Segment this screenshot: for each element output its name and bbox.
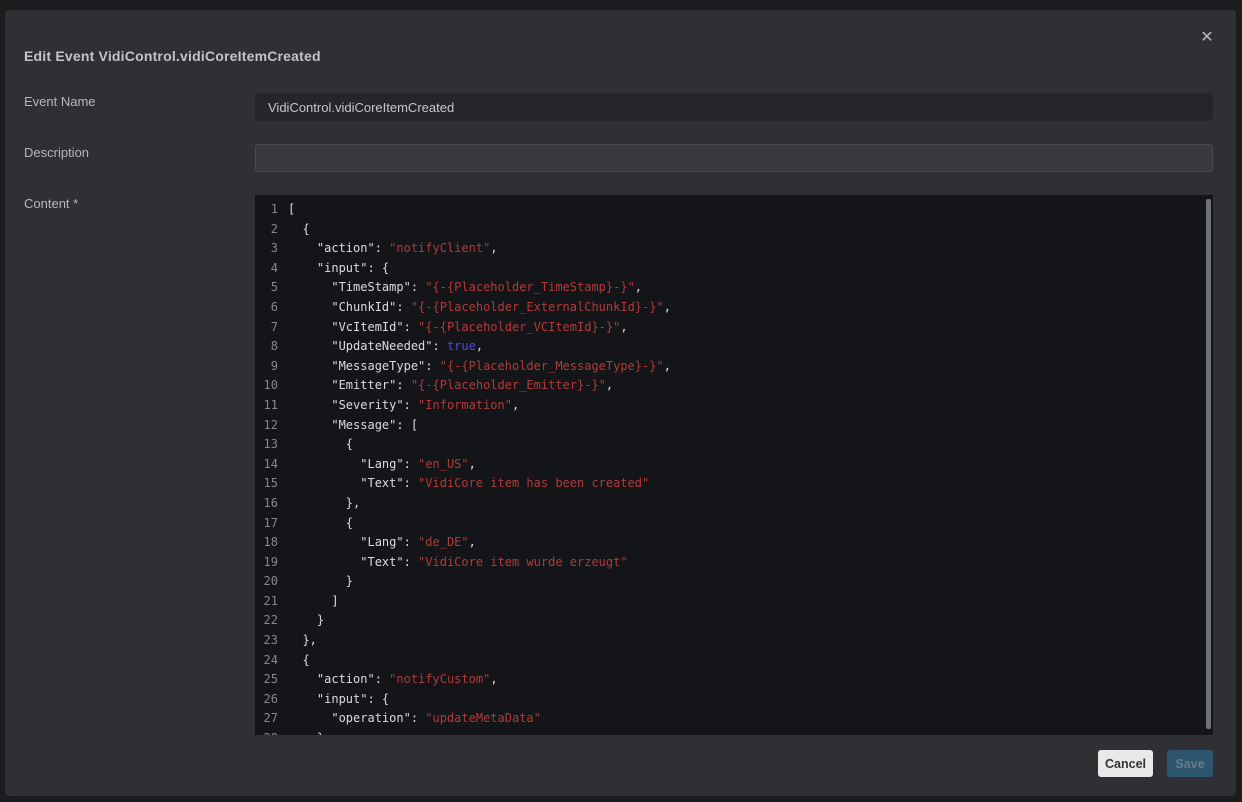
code-line: 7 "VcItemId": "{-{Placeholder_VCItemId}-… <box>255 318 1213 338</box>
code-line: 6 "ChunkId": "{-{Placeholder_ExternalChu… <box>255 298 1213 318</box>
line-code: "action": "notifyCustom", <box>278 670 498 690</box>
code-line: 19 "Text": "VidiCore item wurde erzeugt" <box>255 553 1213 573</box>
code-line: 2 { <box>255 220 1213 240</box>
line-number: 15 <box>255 474 278 494</box>
line-code: { <box>278 651 310 671</box>
code-line: 18 "Lang": "de_DE", <box>255 533 1213 553</box>
code-line: 5 "TimeStamp": "{-{Placeholder_TimeStamp… <box>255 278 1213 298</box>
line-number: 4 <box>255 259 278 279</box>
line-code: "Lang": "en_US", <box>278 455 476 475</box>
cancel-button[interactable]: Cancel <box>1098 750 1153 777</box>
code-line: 15 "Text": "VidiCore item has been creat… <box>255 474 1213 494</box>
code-line: 10 "Emitter": "{-{Placeholder_Emitter}-}… <box>255 376 1213 396</box>
line-number: 9 <box>255 357 278 377</box>
line-number: 12 <box>255 416 278 436</box>
code-line: 13 { <box>255 435 1213 455</box>
code-line: 12 "Message": [ <box>255 416 1213 436</box>
content-label: Content * <box>24 196 78 211</box>
code-line: 9 "MessageType": "{-{Placeholder_Message… <box>255 357 1213 377</box>
line-code: } <box>278 611 324 631</box>
line-code: "UpdateNeeded": true, <box>278 337 483 357</box>
line-number: 11 <box>255 396 278 416</box>
code-line: 25 "action": "notifyCustom", <box>255 670 1213 690</box>
line-code: }, <box>278 631 317 651</box>
line-number: 3 <box>255 239 278 259</box>
line-code: "Emitter": "{-{Placeholder_Emitter}-}", <box>278 376 613 396</box>
line-number: 5 <box>255 278 278 298</box>
line-code: "input": { <box>278 259 389 279</box>
event-name-label: Event Name <box>24 94 96 109</box>
code-line: 11 "Severity": "Information", <box>255 396 1213 416</box>
code-line: 23 }, <box>255 631 1213 651</box>
line-number: 21 <box>255 592 278 612</box>
editor-scrollbar[interactable] <box>1206 199 1211 729</box>
line-number: 7 <box>255 318 278 338</box>
dialog-title: Edit Event VidiControl.vidiCoreItemCreat… <box>24 48 321 64</box>
line-number: 27 <box>255 709 278 729</box>
line-number: 24 <box>255 651 278 671</box>
code-line: 14 "Lang": "en_US", <box>255 455 1213 475</box>
line-code: "input": { <box>278 690 389 710</box>
line-number: 16 <box>255 494 278 514</box>
line-code: "Lang": "de_DE", <box>278 533 476 553</box>
line-code: }, <box>278 494 360 514</box>
line-code: ] <box>278 592 339 612</box>
close-icon[interactable]: ✕ <box>1196 27 1218 49</box>
content-code-editor[interactable]: 1[2 {3 "action": "notifyClient",4 "input… <box>255 195 1213 735</box>
code-line: 28 } <box>255 729 1213 735</box>
event-name-input[interactable] <box>255 93 1213 121</box>
line-number: 10 <box>255 376 278 396</box>
line-number: 25 <box>255 670 278 690</box>
code-line: 21 ] <box>255 592 1213 612</box>
line-code: "action": "notifyClient", <box>278 239 498 259</box>
code-line: 20 } <box>255 572 1213 592</box>
line-code: } <box>278 572 353 592</box>
code-line: 8 "UpdateNeeded": true, <box>255 337 1213 357</box>
line-code: "operation": "updateMetaData" <box>278 709 541 729</box>
line-code: } <box>278 729 324 735</box>
line-number: 17 <box>255 514 278 534</box>
line-number: 28 <box>255 729 278 735</box>
description-input[interactable] <box>255 144 1213 172</box>
line-code: "MessageType": "{-{Placeholder_MessageTy… <box>278 357 671 377</box>
line-code: { <box>278 514 353 534</box>
line-number: 1 <box>255 200 278 220</box>
code-line: 17 { <box>255 514 1213 534</box>
line-code: "TimeStamp": "{-{Placeholder_TimeStamp}-… <box>278 278 642 298</box>
line-number: 6 <box>255 298 278 318</box>
edit-event-dialog: ✕ Edit Event VidiControl.vidiCoreItemCre… <box>5 10 1236 796</box>
line-code: { <box>278 220 310 240</box>
code-lines-container: 1[2 {3 "action": "notifyClient",4 "input… <box>255 200 1213 735</box>
line-code: "Message": [ <box>278 416 418 436</box>
line-code: "ChunkId": "{-{Placeholder_ExternalChunk… <box>278 298 671 318</box>
line-number: 19 <box>255 553 278 573</box>
code-line: 4 "input": { <box>255 259 1213 279</box>
line-code: { <box>278 435 353 455</box>
line-number: 23 <box>255 631 278 651</box>
line-code: "Text": "VidiCore item wurde erzeugt" <box>278 553 628 573</box>
description-label: Description <box>24 145 89 160</box>
line-code: "Text": "VidiCore item has been created" <box>278 474 649 494</box>
line-number: 26 <box>255 690 278 710</box>
line-code: "VcItemId": "{-{Placeholder_VCItemId}-}"… <box>278 318 628 338</box>
line-number: 2 <box>255 220 278 240</box>
code-line: 27 "operation": "updateMetaData" <box>255 709 1213 729</box>
line-code: "Severity": "Information", <box>278 396 519 416</box>
code-line: 1[ <box>255 200 1213 220</box>
line-number: 13 <box>255 435 278 455</box>
code-line: 3 "action": "notifyClient", <box>255 239 1213 259</box>
line-number: 14 <box>255 455 278 475</box>
line-number: 18 <box>255 533 278 553</box>
line-number: 8 <box>255 337 278 357</box>
line-code: [ <box>278 200 295 220</box>
code-line: 16 }, <box>255 494 1213 514</box>
code-line: 24 { <box>255 651 1213 671</box>
code-line: 22 } <box>255 611 1213 631</box>
code-line: 26 "input": { <box>255 690 1213 710</box>
line-number: 22 <box>255 611 278 631</box>
save-button[interactable]: Save <box>1167 750 1213 777</box>
line-number: 20 <box>255 572 278 592</box>
